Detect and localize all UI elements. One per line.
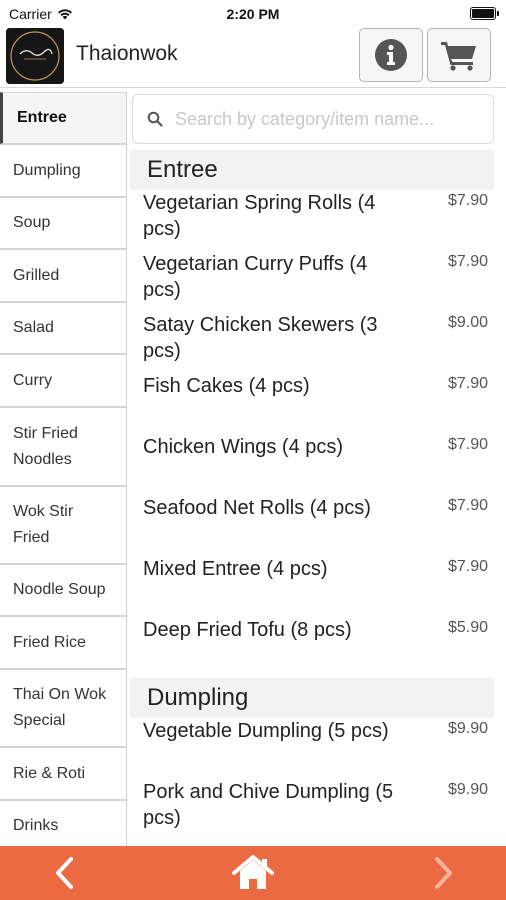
sidebar-item-label: Wok Stir Fried xyxy=(13,503,74,546)
item-name: Seafood Net Rolls (4 pcs) xyxy=(143,497,371,519)
item-name: Vegetarian Spring Rolls (4 pcs) xyxy=(143,192,376,240)
category-sidebar: Entree Dumpling Soup Grilled Salad Curry… xyxy=(0,92,127,846)
home-icon xyxy=(232,855,274,889)
sidebar-item-grilled[interactable]: Grilled xyxy=(0,249,126,302)
menu-item[interactable]: Vegetable Dumpling (5 pcs) $9.90 xyxy=(128,718,506,779)
info-button[interactable] xyxy=(359,28,423,82)
item-price: $9.00 xyxy=(447,314,488,331)
menu-item[interactable]: Fish Cakes (4 pcs) $7.90 xyxy=(128,373,506,434)
search-input[interactable] xyxy=(175,105,485,133)
forward-button[interactable] xyxy=(418,846,468,900)
info-icon xyxy=(375,39,407,71)
menu-item[interactable]: Vegetarian Curry Puffs (4 pcs) $7.90 xyxy=(128,251,506,312)
item-price: $9.90 xyxy=(447,720,488,737)
battery-icon xyxy=(470,7,499,20)
item-name: Chicken Wings (4 pcs) xyxy=(143,436,344,458)
app-header: Thaionwok xyxy=(0,28,506,88)
menu-item[interactable]: Seafood Net Rolls (4 pcs) $7.90 xyxy=(128,495,506,556)
menu-item[interactable]: Satay Chicken Skewers (3 pcs) $9.00 xyxy=(128,312,506,373)
section-header-dumpling: Dumpling xyxy=(130,678,494,718)
chevron-right-icon xyxy=(435,857,452,889)
sidebar-item-noodle-soup[interactable]: Noodle Soup xyxy=(0,564,126,616)
sidebar-item-wok-stir-fried[interactable]: Wok Stir Fried xyxy=(0,486,126,564)
status-bar: Carrier 2:20 PM xyxy=(0,0,506,28)
menu-item[interactable]: Vegetarian Spring Rolls (4 pcs) $7.90 xyxy=(128,190,506,251)
restaurant-logo xyxy=(6,28,64,84)
sidebar-item-rie-roti[interactable]: Rie & Roti xyxy=(0,747,126,800)
sidebar-item-drinks[interactable]: Drinks xyxy=(0,800,126,846)
sidebar-item-entree[interactable]: Entree xyxy=(0,92,126,144)
home-button[interactable] xyxy=(228,846,278,900)
bottom-nav-bar xyxy=(0,846,506,900)
item-name: Mixed Entree (4 pcs) xyxy=(143,558,328,580)
item-price: $7.90 xyxy=(447,253,488,270)
status-time: 2:20 PM xyxy=(226,6,280,22)
menu-item[interactable]: Mixed Entree (4 pcs) $7.90 xyxy=(128,556,506,617)
sidebar-item-label: Soup xyxy=(13,214,51,231)
item-name: Vegetarian Curry Puffs (4 pcs) xyxy=(143,253,368,301)
item-price: $7.90 xyxy=(447,375,488,392)
item-price: $7.90 xyxy=(447,436,488,453)
item-price: $7.90 xyxy=(447,497,488,514)
sidebar-item-soup[interactable]: Soup xyxy=(0,197,126,249)
cart-icon xyxy=(441,42,476,71)
sidebar-item-label: Salad xyxy=(13,319,54,336)
sidebar-item-fried-rice[interactable]: Fried Rice xyxy=(0,616,126,669)
sidebar-item-label: Entree xyxy=(17,109,67,126)
section-header-entree: Entree xyxy=(130,150,494,190)
menu-item[interactable]: Pork and Chive Dumpling (5 pcs) $9.90 xyxy=(128,779,506,840)
item-name: Deep Fried Tofu (8 pcs) xyxy=(143,619,352,641)
item-price: $7.90 xyxy=(447,558,488,575)
item-name: Pork and Chive Dumpling (5 pcs) xyxy=(143,781,394,829)
sidebar-item-thai-on-wok-special[interactable]: Thai On Wok Special xyxy=(0,669,126,747)
menu-item[interactable]: Chicken Wings (4 pcs) $7.90 xyxy=(128,434,506,495)
menu-list: Entree Vegetarian Spring Rolls (4 pcs) $… xyxy=(128,150,506,846)
sidebar-item-dumpling[interactable]: Dumpling xyxy=(0,144,126,197)
sidebar-item-label: Fried Rice xyxy=(13,633,86,651)
sidebar-item-label: Drinks xyxy=(13,817,59,834)
app-title: Thaionwok xyxy=(76,42,178,65)
sidebar-item-stir-fried-noodles[interactable]: Stir Fried Noodles xyxy=(0,407,126,486)
item-name: Vegetable Dumpling (5 pcs) xyxy=(143,720,389,742)
sidebar-item-label: Rie & Roti xyxy=(13,764,86,782)
sidebar-item-label: Curry xyxy=(13,371,53,389)
item-price: $9.90 xyxy=(447,781,488,798)
search-box[interactable] xyxy=(132,94,494,144)
sidebar-item-label: Thai On Wok Special xyxy=(13,686,107,729)
sidebar-item-label: Stir Fried Noodles xyxy=(13,424,78,468)
item-price: $5.90 xyxy=(447,619,488,636)
search-icon xyxy=(147,111,163,127)
menu-item[interactable]: Deep Fried Tofu (8 pcs) $5.90 xyxy=(128,617,506,678)
back-button[interactable] xyxy=(40,846,90,900)
item-name: Satay Chicken Skewers (3 pcs) xyxy=(143,314,378,362)
chevron-left-icon xyxy=(56,857,73,889)
cart-button[interactable] xyxy=(427,28,491,82)
sidebar-item-label: Grilled xyxy=(13,266,60,284)
sidebar-item-label: Dumpling xyxy=(13,161,81,179)
item-price: $7.90 xyxy=(447,192,488,209)
sidebar-item-label: Noodle Soup xyxy=(13,581,106,598)
item-name: Fish Cakes (4 pcs) xyxy=(143,375,310,397)
sidebar-item-salad[interactable]: Salad xyxy=(0,302,126,354)
sidebar-item-curry[interactable]: Curry xyxy=(0,354,126,407)
